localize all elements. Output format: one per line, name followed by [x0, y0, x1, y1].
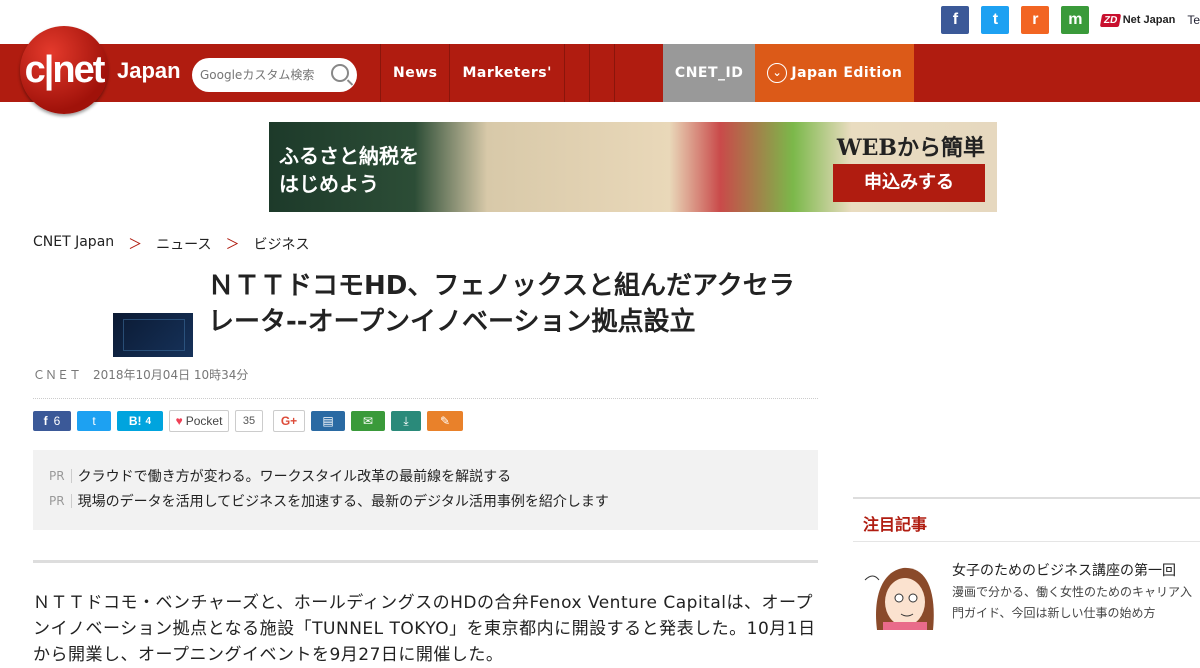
nav-marketers[interactable]: Marketers' [449, 44, 563, 102]
top-social-icons: f t r m ZD Net Japan Te [941, 6, 1200, 34]
nav-japan-edition[interactable]: ⌄ Japan Edition [755, 44, 915, 102]
zdnet-link[interactable]: ZD Net Japan [1100, 13, 1176, 27]
hatena-bookmark-button[interactable]: B! 4 [117, 411, 163, 431]
sidebar-item-description: 漫画で分かる、働く女性のためのキャリア入門ガイド、今回は新しい仕事の始め方 [952, 585, 1193, 620]
breadcrumb-business[interactable]: ビジネス [253, 234, 309, 254]
print-icon: ▤ [322, 414, 334, 428]
mail-icon: ✉ [362, 414, 374, 428]
mail-share-button[interactable]: ✉ [351, 411, 385, 431]
zdnet-logo-icon: ZD [1100, 13, 1122, 27]
article-date: ＣＮＥＴ 2018年10月04日 10時34分 [33, 368, 249, 382]
banner-ad[interactable]: ふるさと納税をはじめよう WEBから簡単 申込みする [269, 122, 997, 212]
pocket-icon: ♥ [175, 414, 183, 428]
illustration-woman-icon [864, 567, 934, 630]
nav-blank-1[interactable] [563, 44, 589, 102]
breadcrumb-news[interactable]: ニュース [156, 234, 211, 254]
sidebar-divider [853, 497, 1200, 499]
save-button[interactable]: ⤓ [391, 411, 421, 431]
pocket-count: 35 [235, 410, 263, 432]
edition-label: Japan Edition [791, 65, 903, 81]
hatena-icon: B! [128, 414, 142, 428]
divider [33, 398, 818, 399]
sidebar-heading: 注目記事 [863, 515, 928, 534]
pocket-label: Pocket [185, 414, 223, 428]
breadcrumb-separator: ＞ [225, 237, 240, 253]
breadcrumb-home[interactable]: CNET Japan [33, 234, 114, 254]
nav-cnet-id[interactable]: CNET_ID [662, 44, 756, 102]
rss-icon[interactable]: r [1021, 6, 1050, 34]
hatena-count: 4 [145, 415, 152, 427]
twitter-share-button[interactable]: t [77, 411, 111, 431]
techrepublic-link[interactable]: Te [1187, 13, 1200, 27]
cnet-logo[interactable]: c|net [20, 26, 108, 114]
nav-news[interactable]: News [380, 44, 449, 102]
share-bar: f 6 t B! 4 ♥ Pocket 35 G+ ▤ ✉ ⤓ ✎ [33, 410, 463, 432]
pr-box: PR クラウドで働き方が変わる。ワークスタイル改革の最前線を解説する PR 現場… [33, 450, 818, 530]
google-plus-button[interactable]: G+ [273, 410, 305, 432]
pr-item[interactable]: PR 現場のデータを活用してビジネスを加速する、最新のデジタル活用事例を紹介しま… [49, 491, 609, 511]
pr-tag: PR [49, 494, 72, 508]
chevron-down-icon: ⌄ [767, 63, 788, 83]
zdnet-label: Net Japan [1122, 14, 1176, 26]
pr-tag: PR [49, 469, 72, 483]
sidebar-item-title[interactable]: 女子のためのビジネス講座の第一回 [952, 560, 1176, 580]
divider [33, 560, 818, 563]
paperclip-icon: ✎ [439, 414, 451, 428]
mail-icon[interactable]: m [1061, 6, 1090, 34]
facebook-share-button[interactable]: f 6 [33, 411, 71, 431]
facebook-icon[interactable]: f [941, 6, 970, 34]
pr-link[interactable]: クラウドで働き方が変わる。ワークスタイル改革の最前線を解説する [78, 466, 512, 486]
search-icon[interactable] [331, 64, 349, 82]
sidebar-divider [853, 541, 1200, 542]
pr-item[interactable]: PR クラウドで働き方が変わる。ワークスタイル改革の最前線を解説する [49, 466, 511, 486]
banner-apply-button[interactable]: 申込みする [833, 164, 985, 202]
pr-link[interactable]: 現場のデータを活用してビジネスを加速する、最新のデジタル活用事例を紹介します [78, 491, 609, 511]
nav-blank-3[interactable] [613, 44, 639, 102]
article-thumbnail [113, 313, 193, 357]
pocket-button[interactable]: ♥ Pocket [169, 410, 229, 432]
twitter-icon: t [92, 414, 96, 428]
nav-menu: News Marketers' CNET_ID ⌄ Japan Edition [380, 44, 915, 102]
clip-button[interactable]: ✎ [427, 411, 463, 431]
banner-left-text: ふるさと納税をはじめよう [279, 144, 419, 196]
search-input[interactable] [198, 67, 332, 83]
article-title: ＮＴＴドコモHD、フェノックスと組んだアクセラレータ--オープンイノベーション拠… [208, 271, 795, 337]
facebook-icon: f [43, 414, 48, 428]
sidebar-item-avatar[interactable] [863, 558, 939, 630]
facebook-share-count: 6 [53, 414, 61, 428]
breadcrumb-separator: ＞ [128, 237, 143, 253]
banner-right-text: WEBから簡単 [836, 135, 985, 161]
nav-blank-2[interactable] [588, 44, 614, 102]
twitter-icon[interactable]: t [981, 6, 1010, 34]
breadcrumb: CNET Japan ＞ ニュース ＞ ビジネス [33, 234, 309, 254]
search-box [192, 58, 357, 92]
print-button[interactable]: ▤ [311, 411, 345, 431]
article-body: ＮＴＴドコモ・ベンチャーズと、ホールディングスのHDの合弁Fenox Ventu… [33, 593, 816, 665]
download-icon: ⤓ [403, 413, 409, 428]
top-bar: f t r m ZD Net Japan Te [0, 0, 1200, 44]
cnet-logo-japan: Japan [117, 58, 181, 83]
